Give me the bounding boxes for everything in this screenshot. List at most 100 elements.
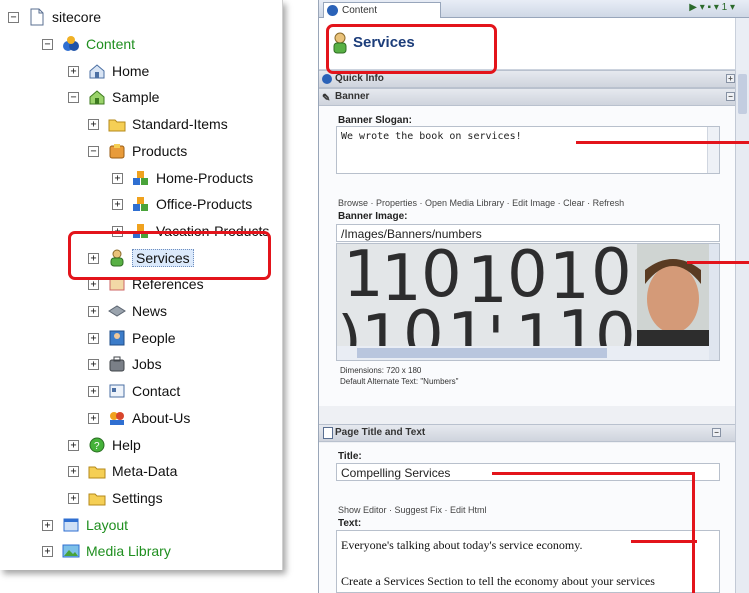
tree-node-label[interactable]: Media Library — [86, 543, 171, 559]
content-tree: − sitecore − Content + Home − Sample + Standard… — [0, 0, 283, 570]
tree-node-settings[interactable]: + Settings — [68, 487, 163, 509]
tree-node-layout[interactable]: + Layout — [42, 514, 128, 536]
banner-image-path-field[interactable]: /Images/Banners/numbers — [336, 224, 720, 242]
expand-icon[interactable]: + — [68, 439, 79, 451]
collapse-icon[interactable]: − — [68, 91, 79, 103]
tree-node-standard-items[interactable]: + Standard-Items — [88, 113, 228, 135]
tree-node-label[interactable]: Home — [112, 63, 149, 79]
info-icon — [322, 74, 332, 84]
toolbar-icons[interactable]: ▶ ▾ ▪ ▾ 1 ▾ — [689, 2, 735, 13]
tree-node-products[interactable]: − Products — [88, 140, 187, 162]
tree-node-label[interactable]: Products — [132, 143, 187, 159]
tree-node-label[interactable]: Home-Products — [156, 170, 253, 186]
svg-text:?: ? — [94, 441, 100, 452]
tree-node-label[interactable]: sitecore — [52, 9, 101, 25]
tree-node-home-products[interactable]: + Home-Products — [112, 167, 253, 189]
tree-node-label[interactable]: Layout — [86, 517, 128, 533]
tree-node-contact[interactable]: + Contact — [88, 380, 180, 402]
editor-scrollbar[interactable] — [735, 70, 749, 593]
tree-node-help[interactable]: +? Help — [68, 434, 141, 456]
expand-icon[interactable]: + — [88, 118, 99, 130]
tree-node-label[interactable]: Office-Products — [156, 196, 252, 212]
tree-node-label[interactable]: Sample — [112, 89, 159, 105]
tree-node-label[interactable]: Contact — [132, 383, 180, 399]
tree-node-label[interactable]: Standard-Items — [132, 116, 228, 132]
tree-node-label[interactable]: Settings — [112, 490, 163, 506]
content-editor: Content ▶ ▾ ▪ ▾ 1 ▾ Services Quick Info … — [318, 0, 749, 593]
expand-icon[interactable]: + — [42, 545, 53, 557]
tree-node-office-products[interactable]: + Office-Products — [112, 193, 252, 215]
scrollbar-thumb[interactable] — [738, 74, 747, 114]
expand-icon[interactable]: + — [68, 492, 79, 504]
slogan-scrollbar[interactable] — [707, 127, 719, 173]
page-icon — [28, 8, 46, 26]
page-icon — [323, 427, 333, 439]
slogan-connector-line — [576, 141, 749, 144]
expand-icon[interactable]: + — [88, 385, 99, 397]
services-highlight — [68, 231, 271, 280]
newspaper-icon — [108, 302, 126, 320]
section-title: Quick Info — [335, 73, 384, 84]
layout-icon — [62, 516, 80, 534]
tree-node-label[interactable]: Content — [86, 36, 135, 52]
people-icon — [108, 329, 126, 347]
section-title: Banner — [335, 91, 370, 102]
tree-node-news[interactable]: + News — [88, 300, 167, 322]
folder-icon — [108, 115, 126, 133]
tree-node-sitecore[interactable]: − sitecore — [8, 6, 101, 28]
text-command-links[interactable]: Show Editor · Suggest Fix · Edit Html — [338, 505, 487, 515]
section-title: Page Title and Text — [335, 427, 426, 438]
expand-icon[interactable]: + — [88, 412, 99, 424]
expand-icon[interactable]: + — [112, 198, 123, 210]
tree-node-label[interactable]: Jobs — [132, 356, 162, 372]
collapse-icon[interactable]: − — [42, 38, 53, 50]
expand-icon[interactable]: + — [726, 74, 735, 83]
item-title-highlight — [326, 24, 497, 74]
numbers-banner-image: 11 0 1 010 ) 1 0 1 ' 1 10 — [337, 244, 719, 360]
tree-node-sample[interactable]: − Sample — [68, 86, 159, 108]
tree-node-meta-data[interactable]: + Meta-Data — [68, 460, 177, 482]
tree-node-people[interactable]: + People — [88, 327, 176, 349]
expand-icon[interactable]: + — [68, 65, 79, 77]
banner-slogan-field[interactable]: We wrote the book on services! — [336, 126, 720, 174]
expand-icon[interactable]: + — [88, 278, 99, 290]
tree-node-label[interactable]: People — [132, 330, 176, 346]
collapse-icon[interactable]: − — [712, 428, 721, 437]
tree-node-home[interactable]: + Home — [68, 60, 149, 82]
tree-node-about-us[interactable]: + About-Us — [88, 407, 190, 429]
expand-icon[interactable]: + — [112, 172, 123, 184]
collapse-icon[interactable]: − — [726, 92, 735, 101]
tree-node-media-library[interactable]: + Media Library — [42, 540, 171, 562]
banner-image-path: /Images/Banners/numbers — [341, 227, 482, 241]
cubes-icon — [132, 169, 150, 187]
content-icon — [62, 35, 80, 53]
expand-icon[interactable]: + — [42, 519, 53, 531]
group-icon — [108, 409, 126, 427]
image-dimensions: Dimensions: 720 x 180 — [340, 366, 422, 375]
tree-node-label[interactable]: Help — [112, 437, 141, 453]
tab-content[interactable]: Content — [323, 2, 441, 18]
expand-icon[interactable]: + — [68, 465, 79, 477]
tree-node-jobs[interactable]: + Jobs — [88, 353, 162, 375]
header-scrollbar[interactable] — [735, 18, 749, 70]
collapse-icon[interactable]: − — [8, 11, 19, 23]
wrench-icon: ✎ — [322, 93, 331, 104]
expand-icon[interactable]: + — [88, 305, 99, 317]
section-page-title-text[interactable]: Page Title and Text − — [319, 424, 735, 442]
title-connector-line — [492, 472, 694, 475]
tree-node-content[interactable]: − Content — [42, 33, 135, 55]
text-paragraph-2: Create a Services Section to tell the ec… — [341, 574, 655, 588]
expand-icon[interactable]: + — [88, 358, 99, 370]
tree-node-label[interactable]: News — [132, 303, 167, 319]
tree-node-label[interactable]: Meta-Data — [112, 463, 177, 479]
collapse-icon[interactable]: − — [88, 145, 99, 157]
folder-icon — [88, 489, 106, 507]
tree-node-label[interactable]: About-Us — [132, 410, 190, 426]
banner-image-preview[interactable]: 1101 010 ) 1 0 1 ' 1 1 0 — [336, 243, 720, 361]
expand-icon[interactable]: + — [88, 332, 99, 344]
image-command-links[interactable]: Browse · Properties · Open Media Library… — [338, 198, 624, 208]
section-banner[interactable]: ✎ Banner − — [319, 88, 749, 106]
box-icon — [108, 142, 126, 160]
title-value: Compelling Services — [341, 466, 451, 480]
home-icon — [88, 62, 106, 80]
